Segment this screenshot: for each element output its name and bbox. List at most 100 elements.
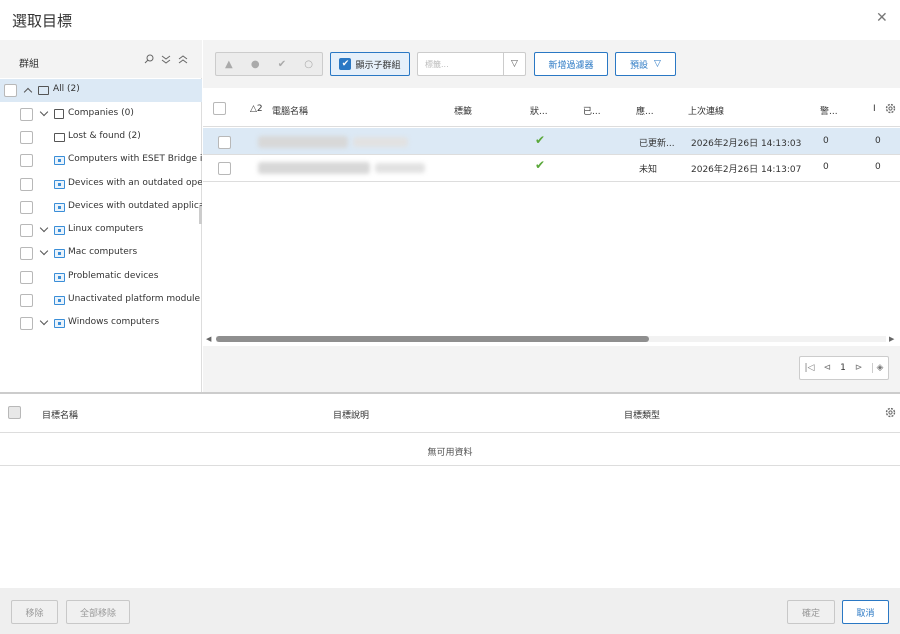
tree-checkbox[interactable]	[20, 131, 33, 144]
add-filter-button[interactable]: 新增過濾器	[534, 52, 608, 76]
checkbox-checked-icon: ✔	[339, 58, 352, 70]
tree-item-outdated-os[interactable]: Devices with an outdated operat	[0, 173, 202, 196]
select-all-checkbox[interactable]	[213, 102, 226, 115]
tree-checkbox[interactable]	[20, 201, 33, 214]
dynamic-group-icon	[54, 226, 65, 235]
tree-checkbox[interactable]	[20, 154, 33, 167]
page-number: 1	[840, 363, 846, 373]
groups-panel: 群組 All (2) Companies (0) Lost & found (2…	[0, 40, 202, 392]
row-checkbox[interactable]	[218, 162, 231, 175]
chevron-down-icon[interactable]	[39, 107, 49, 117]
search-icon[interactable]	[144, 54, 154, 64]
settings-gear-icon[interactable]	[885, 407, 896, 418]
tree-checkbox[interactable]	[20, 224, 33, 237]
error-icon[interactable]: ●	[251, 59, 260, 70]
first-page-icon[interactable]: |◁	[805, 363, 815, 373]
sort-ascending-icon[interactable]: △2	[250, 104, 263, 114]
table-row[interactable]: ✔ 未知 2026年2月26日 14:13:07 0 0	[203, 155, 900, 182]
status-filter-group[interactable]: ▲ ● ✔ ○	[215, 52, 323, 76]
column-header-muted[interactable]: 已...	[583, 104, 601, 117]
tree-item-companies[interactable]: Companies (0)	[0, 103, 202, 126]
dynamic-group-icon	[54, 273, 65, 282]
column-header-threats[interactable]: I	[873, 104, 876, 114]
threats-count: 0	[875, 162, 881, 172]
tree-item-outdated-apps[interactable]: Devices with outdated applicatic	[0, 196, 202, 219]
chevron-down-icon[interactable]: ▽	[503, 53, 525, 75]
tree-item-label: Problematic devices	[68, 271, 159, 281]
column-header-last-connected[interactable]: 上次連線	[688, 104, 724, 117]
column-header-target-name[interactable]: 目標名稱	[42, 408, 78, 421]
tree-item-mac[interactable]: Mac computers	[0, 242, 202, 265]
column-header-modules[interactable]: 應...	[636, 104, 654, 117]
column-header-tags[interactable]: 標籤	[454, 104, 472, 117]
prev-page-icon[interactable]: ⊲	[824, 363, 832, 373]
cancel-button[interactable]: 取消	[842, 600, 889, 624]
scroll-right-icon[interactable]: ▶	[889, 335, 894, 343]
tree-checkbox[interactable]	[20, 247, 33, 260]
tree-item-label: Unactivated platform module	[68, 294, 201, 304]
tree-item-label: Windows computers	[68, 317, 160, 327]
last-connected: 2026年2月26日 14:13:03	[691, 139, 802, 149]
warning-icon[interactable]: ▲	[225, 59, 233, 70]
remove-button[interactable]: 移除	[11, 600, 58, 624]
ok-button[interactable]: 確定	[787, 600, 835, 624]
chevron-down-icon[interactable]	[39, 246, 49, 256]
dialog-title: 選取目標	[12, 12, 73, 30]
column-header-name[interactable]: 電腦名稱	[272, 104, 308, 117]
column-header-target-type[interactable]: 目標類型	[624, 408, 660, 421]
dynamic-group-icon	[54, 296, 65, 305]
tree-item-problematic[interactable]: Problematic devices	[0, 266, 202, 289]
preset-label: 預設	[630, 60, 649, 71]
tree-item-windows[interactable]: Windows computers	[0, 312, 202, 335]
vertical-scrollbar[interactable]	[199, 206, 202, 224]
remove-all-button[interactable]: 全部移除	[66, 600, 130, 624]
show-subgroups-toggle[interactable]: ✔ 顯示子群組	[330, 52, 410, 76]
layers-icon[interactable]: ◈	[871, 363, 883, 373]
chevron-down-icon[interactable]	[39, 316, 49, 326]
collapse-all-icon[interactable]	[178, 54, 188, 64]
expand-all-icon[interactable]	[161, 54, 171, 64]
close-icon[interactable]: ✕	[876, 11, 888, 25]
tree-checkbox[interactable]	[20, 294, 33, 307]
dynamic-group-icon	[54, 319, 65, 328]
tree-item-label: Computers with ESET Bridge inst	[68, 154, 202, 164]
tree-checkbox[interactable]	[20, 108, 33, 121]
tree-item-linux[interactable]: Linux computers	[0, 219, 202, 242]
tree-item-label: Devices with outdated applicatic	[68, 201, 202, 211]
sort-indicator: 2	[256, 104, 263, 114]
chevron-down-icon[interactable]	[39, 223, 49, 233]
next-page-icon[interactable]: ⊳	[855, 363, 863, 373]
table-row[interactable]: ✔ 已更新... 2026年2月26日 14:13:03 0 0	[203, 128, 900, 155]
chevron-down-icon: ▽	[654, 59, 661, 69]
computer-name-redacted	[258, 136, 348, 148]
circle-icon[interactable]: ○	[304, 59, 313, 70]
scroll-left-icon[interactable]: ◀	[206, 335, 211, 343]
chevron-up-icon[interactable]	[23, 87, 33, 97]
computer-name-redacted	[375, 163, 425, 173]
column-header-target-description[interactable]: 目標說明	[333, 408, 369, 421]
tags-input[interactable]: 標籤... ▽	[417, 52, 526, 76]
status-ok-icon: ✔	[535, 133, 546, 147]
settings-gear-icon[interactable]	[885, 103, 896, 114]
column-header-alerts[interactable]: 警...	[820, 104, 838, 117]
dynamic-group-icon	[54, 203, 65, 212]
tree-checkbox[interactable]	[20, 178, 33, 191]
tree-checkbox[interactable]	[20, 271, 33, 284]
last-connected: 2026年2月26日 14:13:07	[691, 165, 802, 175]
row-checkbox[interactable]	[218, 136, 231, 149]
tree-item-label: Devices with an outdated operat	[68, 178, 202, 188]
tree-item-all[interactable]: All (2)	[0, 79, 202, 102]
status-ok-icon: ✔	[535, 158, 546, 172]
tree-item-eset-bridge[interactable]: Computers with ESET Bridge inst	[0, 149, 202, 172]
tree-item-label: Lost & found (2)	[68, 131, 141, 141]
column-header-status[interactable]: 狀...	[530, 104, 548, 117]
tree-checkbox[interactable]	[20, 317, 33, 330]
horizontal-scrollbar-thumb[interactable]	[216, 336, 649, 342]
ok-check-icon[interactable]: ✔	[278, 59, 286, 70]
preset-button[interactable]: 預設 ▽	[615, 52, 676, 76]
module-status: 未知	[639, 165, 658, 175]
tree-checkbox[interactable]	[4, 84, 17, 97]
tree-item-lost-found[interactable]: Lost & found (2)	[0, 126, 202, 149]
tree-item-unactivated[interactable]: Unactivated platform module	[0, 289, 202, 312]
targets-select-all-checkbox[interactable]	[8, 406, 21, 419]
